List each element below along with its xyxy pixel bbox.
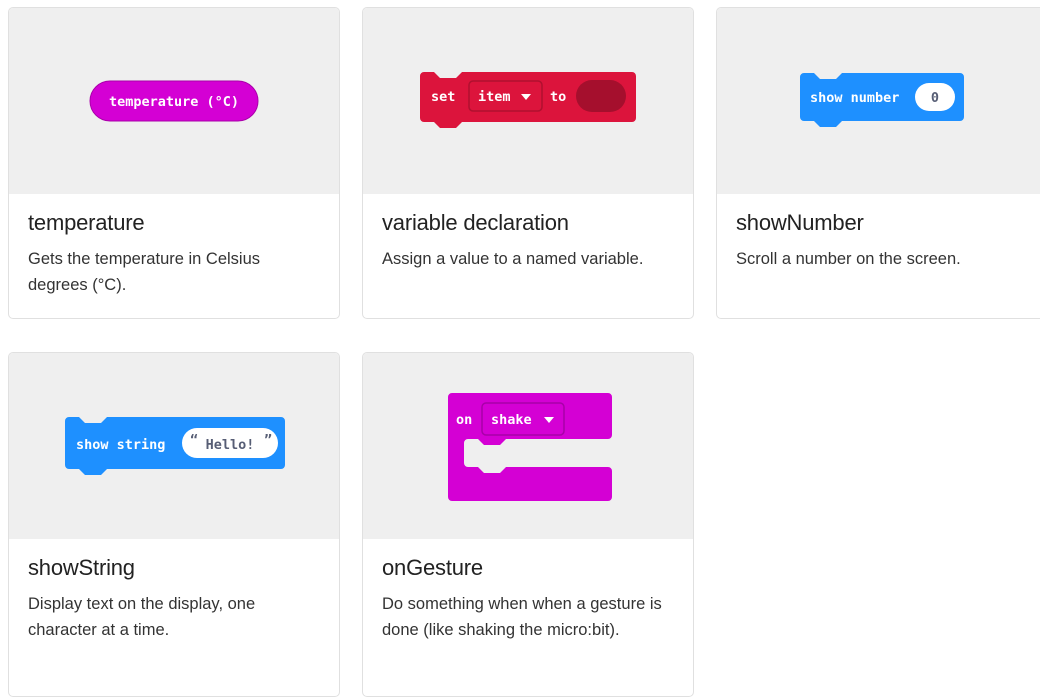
card-title: temperature [28, 210, 145, 235]
svg-text:“: “ [190, 432, 198, 448]
card-on-gesture[interactable]: on shake onGesture Do something when whe… [362, 352, 694, 697]
svg-text:”: ” [264, 432, 272, 448]
value-slot[interactable] [576, 80, 626, 112]
block-preview: on shake [363, 353, 693, 539]
card-description: Assign a value to a named variable. [382, 250, 644, 268]
block-label: show number [810, 90, 899, 106]
on-gesture-block: on shake [448, 393, 612, 501]
show-number-block: show number 0 [800, 73, 964, 127]
set-variable-block: set item to [420, 72, 636, 128]
card-title: onGesture [382, 555, 483, 580]
block-label: temperature (°C) [109, 94, 239, 110]
on-label: on [456, 412, 472, 428]
card-description: Display text on the display, one charact… [28, 595, 256, 639]
card-description: Gets the temperature in Celsius degrees … [28, 250, 261, 294]
card-temperature[interactable]: temperature (°C) temperature Gets the te… [8, 7, 340, 319]
card-variable-declaration[interactable]: set item to variable declaration Assign … [362, 7, 694, 319]
block-preview: show string “ Hello! ” [9, 353, 339, 539]
variable-name: item [478, 89, 511, 105]
block-preview: set item to [363, 8, 693, 194]
card-show-number[interactable]: show number 0 showNumber Scroll a number… [716, 7, 1040, 319]
to-label: to [550, 89, 566, 105]
card-show-string[interactable]: show string “ Hello! ” showString Displa… [8, 352, 340, 697]
block-preview: show number 0 [717, 8, 1040, 194]
card-title: variable declaration [382, 210, 569, 235]
card-description: Scroll a number on the screen. [736, 250, 961, 268]
block-preview: temperature (°C) [9, 8, 339, 194]
gesture-value: shake [491, 412, 532, 428]
set-label: set [431, 89, 455, 105]
card-title: showString [28, 555, 135, 580]
block-label: show string [76, 437, 165, 453]
temperature-block: temperature (°C) [89, 80, 259, 122]
string-value: Hello! [206, 437, 255, 453]
card-description: Do something when when a gesture is done… [382, 595, 662, 639]
number-value: 0 [931, 90, 939, 106]
card-title: showNumber [736, 210, 864, 235]
show-string-block: show string “ Hello! ” [65, 417, 285, 475]
